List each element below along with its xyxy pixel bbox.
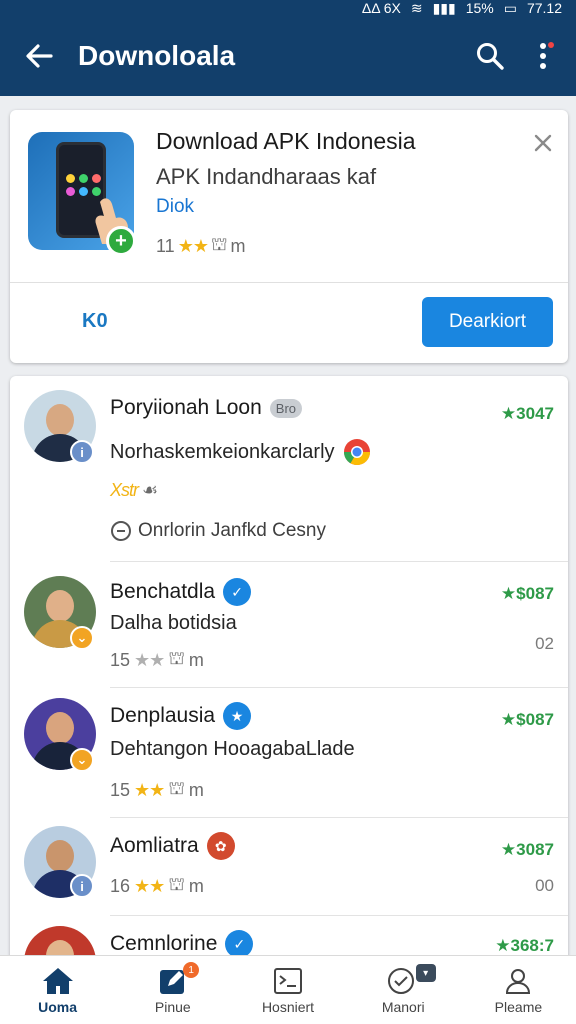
status-bar: ΔΔ 6X ≋ ▮▮▮ 15% ▭ 77.12 bbox=[0, 0, 576, 16]
item-name: Poryiionah Loon Bro bbox=[110, 396, 303, 420]
verified-icon: ✓ bbox=[223, 578, 252, 606]
item-price: ★368:7 bbox=[495, 936, 554, 955]
nav-item-terminal[interactable]: Hosniert bbox=[230, 956, 345, 1024]
star-rating-icon: ★★ bbox=[134, 875, 165, 896]
page-title: Downoloala bbox=[78, 40, 236, 71]
nav-label: Hosniert bbox=[261, 998, 315, 1015]
item-rating: 16 ★★ ⛫ m bbox=[110, 874, 204, 898]
list-item[interactable]: ⌄ Benchatdla ✓ Dalha botidsia 15 ★★ ⛫ m … bbox=[10, 562, 568, 688]
promo-rating: 11 ★★ ⛫ m bbox=[156, 234, 246, 258]
status-left: ΔΔ 6X bbox=[361, 0, 401, 16]
status-time: 77.12 bbox=[526, 0, 562, 16]
back-button[interactable] bbox=[0, 16, 78, 96]
search-button[interactable] bbox=[462, 16, 518, 96]
message-badge-icon: ▾ bbox=[415, 964, 436, 982]
avatar-badge-icon: i bbox=[70, 874, 94, 898]
rating-prefix: 11 bbox=[156, 235, 175, 256]
close-button[interactable] bbox=[530, 130, 556, 156]
star-rating-icon: ★★ bbox=[177, 235, 209, 256]
wifi-icon: ≋ bbox=[410, 0, 423, 16]
item-name: Denplausia ★ bbox=[110, 702, 252, 730]
item-price: ★$087 bbox=[500, 710, 554, 729]
app-list: i Poryiionah Loon Bro Norhaskemkeionkarc… bbox=[10, 376, 568, 966]
divider bbox=[10, 282, 568, 283]
avatar-badge-icon: i bbox=[70, 440, 94, 464]
chat-bubble-icon bbox=[111, 521, 131, 541]
download-size-icon: ⛫ bbox=[168, 648, 185, 668]
promo-secondary-button[interactable]: K0 bbox=[82, 310, 108, 333]
nav-label: Pinue bbox=[154, 998, 191, 1015]
bottom-nav: Uoma 1 Pinue Hosniert ▾ Manori Pleame bbox=[0, 955, 576, 1024]
notification-badge: 1 bbox=[183, 962, 200, 978]
item-price: ★3087 bbox=[500, 840, 554, 859]
avatar-badge-icon: ⌄ bbox=[70, 626, 94, 650]
browser-icon bbox=[343, 439, 370, 466]
app-bar: Downoloala bbox=[0, 16, 576, 96]
list-item[interactable]: ⌄ Denplausia ★ Dehtangon HooagabaLlade 1… bbox=[10, 688, 568, 818]
item-count: 00 bbox=[535, 876, 554, 895]
promo-subtitle: APK Indandharaas kaf bbox=[156, 164, 377, 189]
overflow-menu-button[interactable] bbox=[518, 16, 568, 96]
item-price: ★3047 bbox=[500, 404, 554, 423]
promo-card: + Download APK Indonesia APK Indandharaa… bbox=[10, 110, 568, 363]
nav-label: Manori bbox=[381, 998, 425, 1015]
promo-title: Download APK Indonesia bbox=[156, 128, 416, 154]
close-icon bbox=[534, 134, 552, 152]
verified-icon: ✿ bbox=[206, 832, 235, 860]
signal-icon: ▮▮▮ bbox=[432, 0, 456, 16]
item-name: Aomliatra ✿ bbox=[110, 832, 235, 860]
download-size-icon: ⛫ bbox=[168, 874, 185, 894]
nav-label: Pleame bbox=[494, 998, 543, 1015]
nav-item-home[interactable]: Uoma bbox=[0, 956, 115, 1024]
promo-download-button[interactable]: Dearkiort bbox=[422, 297, 553, 347]
item-count: 02 bbox=[535, 634, 554, 653]
search-icon bbox=[477, 43, 504, 70]
terminal-icon bbox=[274, 967, 302, 994]
item-rating: 15 ★★ ⛫ m bbox=[110, 648, 204, 672]
more-vertical-icon bbox=[540, 43, 546, 69]
notification-dot bbox=[548, 42, 554, 48]
star-rating-icon: ★★ bbox=[134, 779, 165, 800]
install-badge-icon: + bbox=[106, 226, 136, 256]
download-size-icon: ⛫ bbox=[168, 778, 185, 798]
arrow-left-icon bbox=[26, 44, 53, 68]
avatar-badge-icon: ⌄ bbox=[70, 748, 94, 772]
item-note: Onrlorin Janfkd Cesny bbox=[110, 520, 326, 542]
item-name: Cemnlorine ✓ bbox=[110, 930, 254, 958]
status-badge: Bro bbox=[269, 398, 303, 418]
nav-item-edit[interactable]: 1 Pinue bbox=[115, 956, 230, 1024]
nav-label: Uoma bbox=[38, 998, 78, 1015]
item-description: Norhaskemkeionkarclarly bbox=[110, 438, 371, 466]
item-description: Dehtangon HooagabaLlade bbox=[110, 738, 355, 760]
item-description: Dalha botidsia bbox=[110, 612, 237, 634]
verified-icon: ★ bbox=[223, 702, 252, 730]
list-item[interactable]: i Poryiionah Loon Bro Norhaskemkeionkarc… bbox=[10, 376, 568, 562]
download-size-icon: ⛫ bbox=[210, 234, 228, 254]
item-name: Benchatdla ✓ bbox=[110, 578, 252, 606]
item-rating: 15 ★★ ⛫ m bbox=[110, 778, 204, 802]
chat-icon bbox=[388, 967, 415, 994]
thumb-icon: ☙ bbox=[142, 480, 159, 500]
battery-icon: ▭ bbox=[503, 0, 517, 16]
item-rating: Xstr ☙ bbox=[110, 480, 159, 500]
nav-item-profile[interactable]: Pleame bbox=[461, 956, 576, 1024]
battery-percent: 15% bbox=[465, 0, 494, 16]
nav-item-chat[interactable]: ▾ Manori bbox=[346, 956, 461, 1024]
home-icon bbox=[42, 967, 73, 994]
promo-link[interactable]: Diok bbox=[156, 196, 194, 218]
verified-icon: ✓ bbox=[225, 930, 254, 958]
profile-icon bbox=[506, 968, 531, 994]
rating-suffix: m bbox=[230, 235, 246, 256]
item-price: ★$087 bbox=[500, 584, 554, 603]
list-item[interactable]: i Aomliatra ✿ 16 ★★ ⛫ m ★3087 00 bbox=[10, 818, 568, 916]
star-rating-icon: ★★ bbox=[134, 649, 165, 670]
